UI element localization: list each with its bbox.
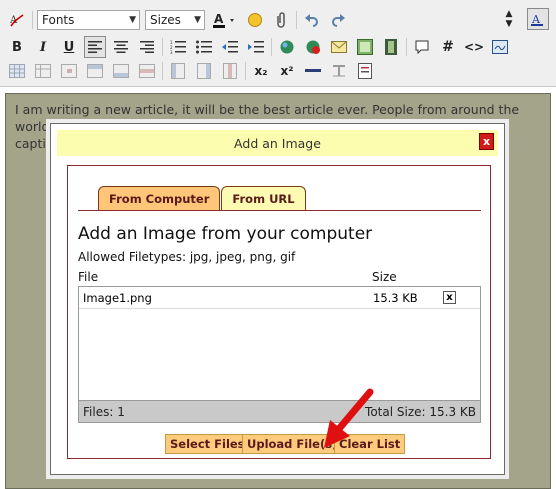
special-object-icon[interactable]	[489, 36, 511, 58]
dialog-title-bar[interactable]: Add an Image x	[57, 130, 498, 156]
insert-column-after-icon[interactable]	[193, 60, 215, 82]
insert-row-before-icon[interactable]	[84, 60, 106, 82]
total-size: Total Size: 15.3 KB	[365, 405, 476, 419]
select-files-button[interactable]: Select Files	[165, 434, 250, 454]
column-header-size: Size	[372, 270, 397, 284]
remove-link-icon[interactable]	[302, 36, 324, 58]
indent-icon[interactable]	[245, 36, 267, 58]
toolbar-separator	[406, 38, 407, 56]
file-list-footer: Files: 1 Total Size: 15.3 KB	[79, 400, 480, 422]
toolbar-row-2: B I U 123 # <>	[6, 35, 515, 59]
email-link-icon[interactable]	[328, 36, 350, 58]
font-family-select-value: Fonts	[42, 13, 75, 27]
underline-icon[interactable]: U	[58, 36, 80, 58]
resize-toggle-icon[interactable]: ▲ ▼	[502, 8, 516, 30]
unordered-list-icon[interactable]	[193, 36, 215, 58]
tab-divider	[78, 210, 481, 211]
svg-text:A: A	[214, 12, 224, 26]
ordered-list-icon[interactable]: 123	[167, 36, 189, 58]
insert-media-icon[interactable]	[380, 36, 402, 58]
undo-icon[interactable]	[301, 9, 323, 31]
cell-properties-icon[interactable]	[58, 60, 80, 82]
allowed-filetypes: Allowed Filetypes: jpg, jpeg, png, gif	[78, 250, 296, 264]
table-icon[interactable]	[6, 60, 28, 82]
remove-format-icon[interactable]	[328, 60, 350, 82]
html-source-icon[interactable]: <>	[463, 36, 485, 58]
file-list[interactable]: Image1.png 15.3 KB x Files: 1 Total Size…	[78, 286, 481, 423]
tab-from-computer[interactable]: From Computer	[98, 186, 221, 210]
editor-toolbar: A Fonts ▼ Sizes ▼ A ▲ ▼ A B I U 1 2 3 # …	[0, 0, 556, 87]
svg-text:3: 3	[170, 50, 173, 54]
file-size: 15.3 KB	[373, 291, 418, 305]
bold-icon[interactable]: B	[6, 36, 28, 58]
toolbar-separator	[162, 62, 163, 80]
remove-file-icon[interactable]: x	[443, 291, 456, 304]
source-tabs: From Computer From URL	[98, 186, 307, 210]
toolbar-separator	[271, 38, 272, 56]
paste-word-icon[interactable]	[354, 60, 376, 82]
upload-panel: From Computer From URL Add an Image from…	[67, 165, 491, 459]
insert-row-after-icon[interactable]	[110, 60, 132, 82]
anchor-icon[interactable]: #	[437, 36, 459, 58]
select-files-wrap: Select Files	[165, 434, 250, 454]
subscript-icon[interactable]: x₂	[250, 60, 272, 82]
panel-heading: Add an Image from your computer	[78, 224, 373, 244]
attachment-icon[interactable]	[270, 9, 292, 31]
toolbar-row-3: x₂ x²	[6, 59, 380, 83]
insert-link-icon[interactable]	[276, 36, 298, 58]
toolbar-separator	[162, 38, 163, 56]
annotation-arrow-icon	[324, 388, 374, 448]
horizontal-rule-icon[interactable]	[302, 60, 324, 82]
insert-image-icon[interactable]	[354, 36, 376, 58]
insert-column-before-icon[interactable]	[167, 60, 189, 82]
file-row[interactable]: Image1.png 15.3 KB x	[79, 287, 480, 309]
close-icon[interactable]: x	[479, 133, 494, 150]
font-size-select[interactable]: Sizes ▼	[145, 10, 205, 30]
file-name: Image1.png	[83, 291, 152, 305]
font-size-select-value: Sizes	[150, 13, 181, 27]
toolbar-separator	[296, 11, 297, 29]
spellcheck-icon[interactable]: A	[6, 9, 28, 31]
chevron-down-icon: ▼	[194, 15, 201, 25]
files-count: Files: 1	[83, 405, 125, 419]
spellcheck-toggle-icon[interactable]: A	[527, 8, 549, 30]
align-right-icon[interactable]	[136, 36, 158, 58]
text-color-icon[interactable]: A	[210, 9, 240, 31]
redo-icon[interactable]	[327, 9, 349, 31]
superscript-icon[interactable]: x²	[276, 60, 298, 82]
comment-icon[interactable]	[411, 36, 433, 58]
font-family-select[interactable]: Fonts ▼	[37, 10, 140, 30]
delete-row-icon[interactable]	[136, 60, 158, 82]
toolbar-separator	[32, 11, 33, 29]
add-image-dialog: Add an Image x From Computer From URL Ad…	[50, 123, 505, 475]
dialog-title: Add an Image	[234, 135, 321, 151]
align-center-icon[interactable]	[110, 36, 132, 58]
align-left-icon[interactable]	[84, 36, 106, 58]
italic-icon[interactable]: I	[32, 36, 54, 58]
tab-from-url[interactable]: From URL	[221, 186, 306, 210]
emoticon-icon[interactable]	[244, 9, 266, 31]
delete-column-icon[interactable]	[219, 60, 241, 82]
column-header-file: File	[78, 270, 99, 284]
outdent-icon[interactable]	[219, 36, 241, 58]
toolbar-separator	[245, 62, 246, 80]
table-properties-icon[interactable]	[32, 60, 54, 82]
chevron-down-icon: ▼	[129, 15, 136, 25]
toolbar-row-1: A Fonts ▼ Sizes ▼ A	[6, 8, 353, 32]
